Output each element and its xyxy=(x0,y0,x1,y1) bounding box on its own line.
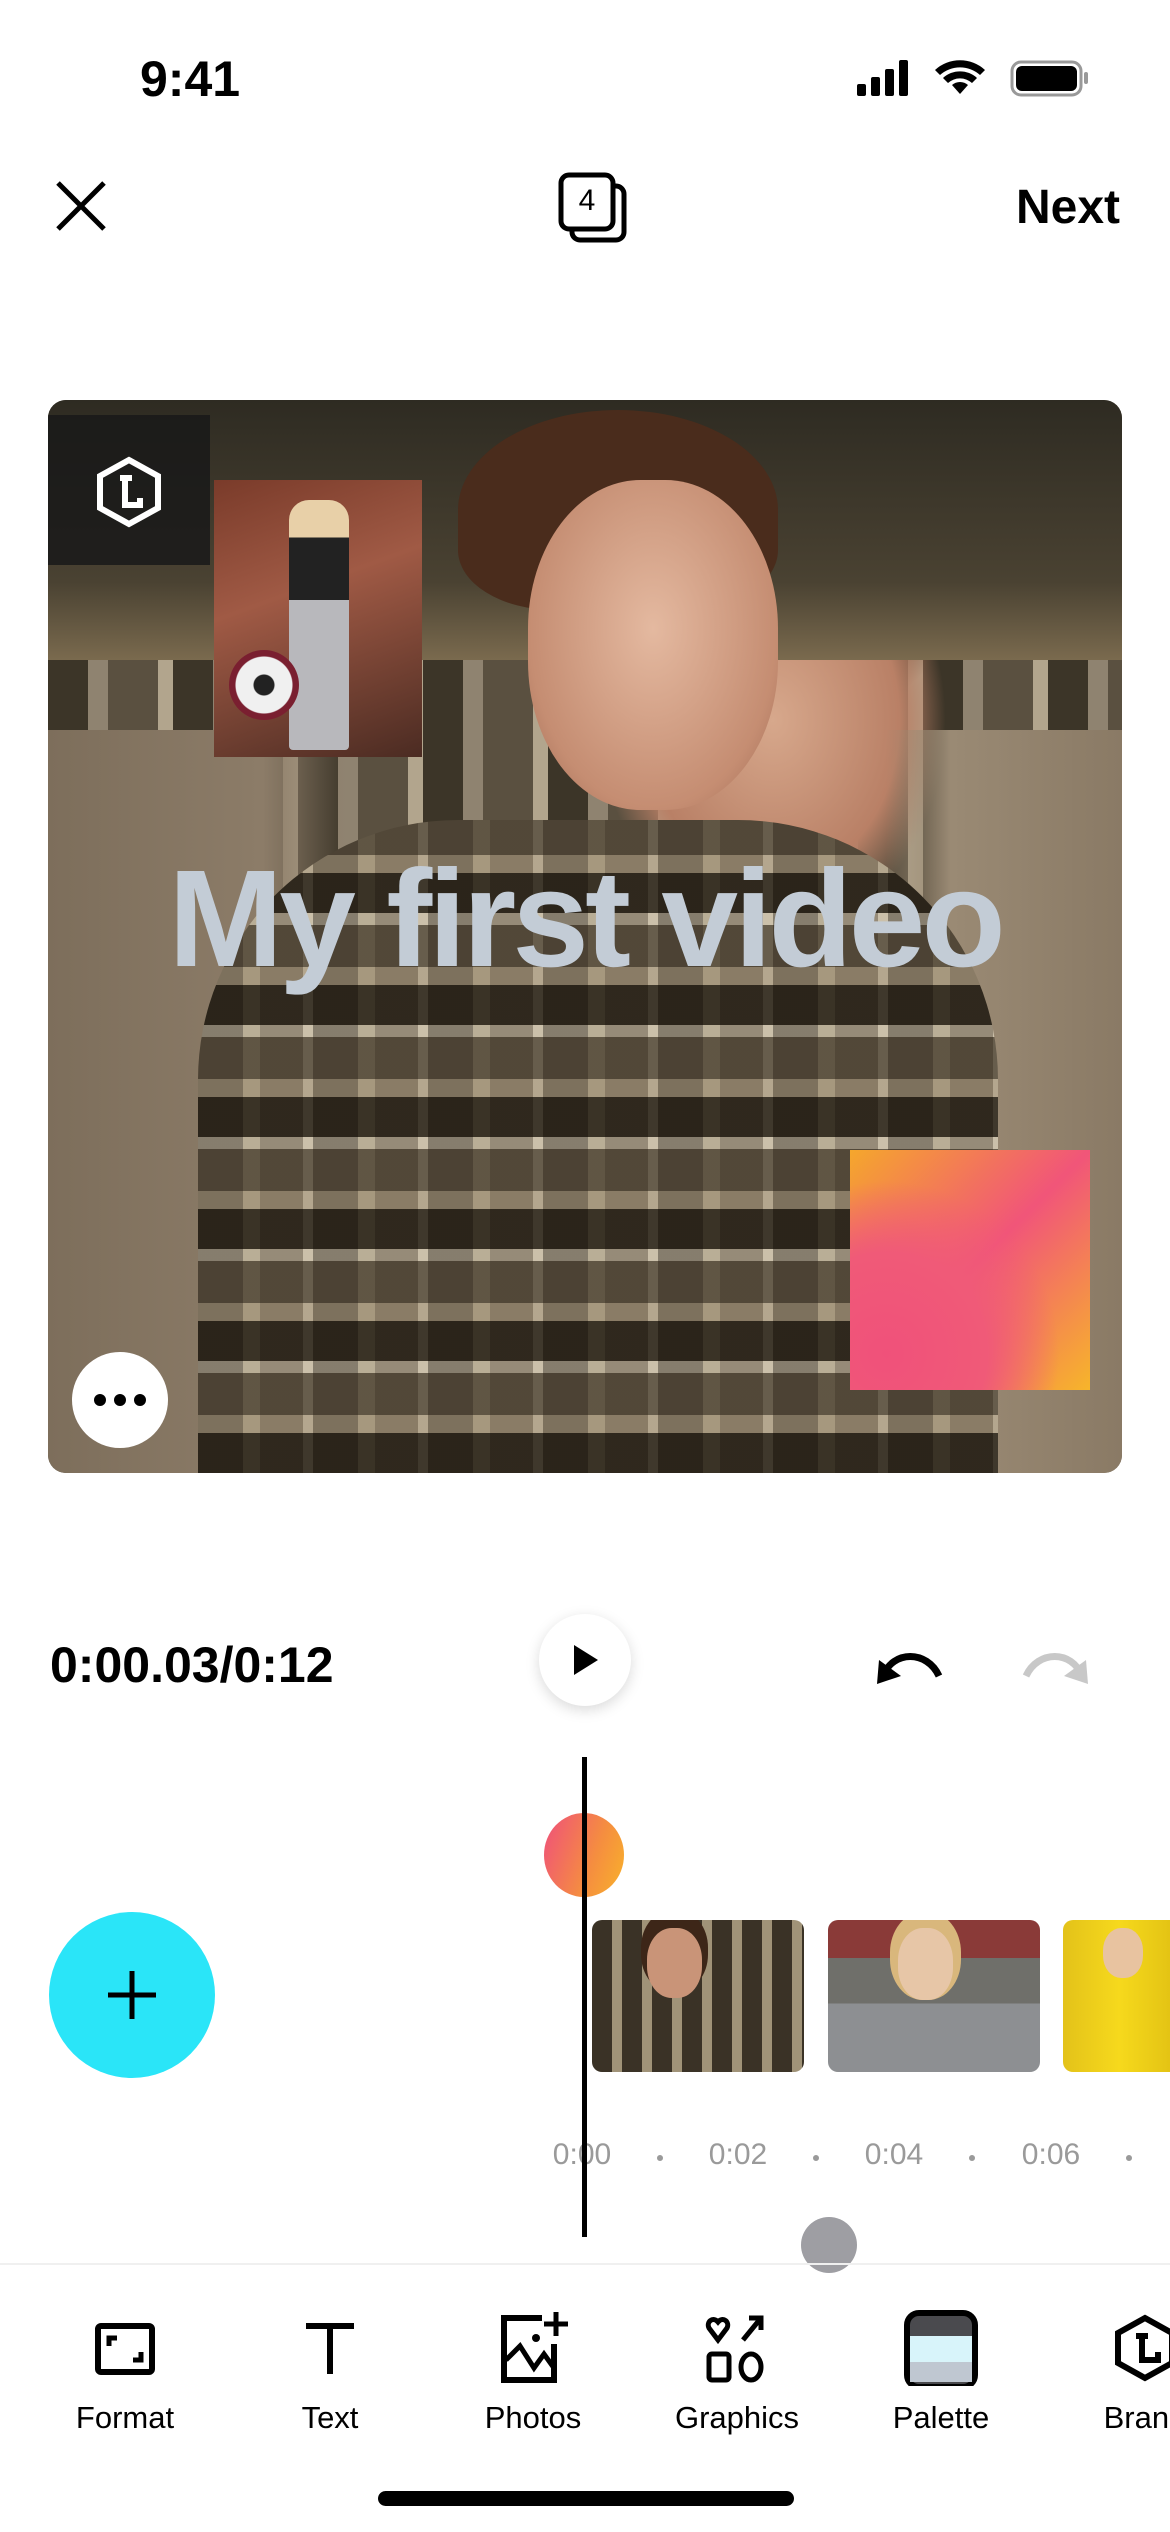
plus-icon xyxy=(108,1971,156,2019)
tool-graphics[interactable]: Graphics xyxy=(637,2310,837,2436)
design-canvas[interactable]: My first video xyxy=(48,400,1122,1473)
tool-brand[interactable]: Brand xyxy=(1045,2310,1170,2436)
gradient-shape[interactable] xyxy=(850,1150,1090,1390)
play-button[interactable] xyxy=(539,1614,631,1706)
pages-count: 4 xyxy=(578,184,596,217)
tick-dot xyxy=(969,2155,975,2161)
tool-format[interactable]: Format xyxy=(25,2310,225,2436)
canvas-title-text[interactable]: My first video xyxy=(48,840,1122,999)
playback-time: 0:00.03/0:12 xyxy=(50,1637,334,1693)
graphics-icon xyxy=(705,2315,764,2383)
photos-add-icon xyxy=(501,2312,568,2383)
inset-drum xyxy=(229,650,299,720)
tool-label: Palette xyxy=(892,2400,990,2435)
tool-label: Photos xyxy=(484,2400,582,2435)
tool-text[interactable]: Text xyxy=(230,2310,430,2436)
timeline-tick: 0:06 xyxy=(1021,2138,1081,2171)
palette-icon xyxy=(904,2310,978,2386)
tool-label: Text xyxy=(301,2400,359,2435)
brand-logo-element[interactable] xyxy=(48,415,210,565)
tool-label: Format xyxy=(75,2400,175,2435)
timeline-clip[interactable] xyxy=(828,1920,1040,2072)
tick-dot xyxy=(657,2155,663,2161)
inset-photo[interactable] xyxy=(214,480,422,757)
playhead[interactable] xyxy=(582,1757,587,2237)
pages-button[interactable]: 4 xyxy=(558,172,630,244)
undo-icon[interactable] xyxy=(875,1640,945,1690)
add-button[interactable] xyxy=(49,1912,215,2078)
photo-face xyxy=(528,480,778,810)
tool-label: Brand xyxy=(1103,2400,1170,2435)
divider xyxy=(0,2263,1170,2265)
brand-logo-icon xyxy=(97,456,161,528)
text-icon xyxy=(306,2323,354,2374)
tick-dot xyxy=(1126,2155,1132,2161)
dot xyxy=(94,1394,106,1406)
tool-label: Graphics xyxy=(674,2400,800,2435)
tool-photos[interactable]: Photos xyxy=(433,2310,633,2436)
next-button[interactable]: Next xyxy=(1016,180,1120,235)
brand-logo-icon xyxy=(1115,2314,1170,2382)
status-icons xyxy=(857,60,1088,97)
dot xyxy=(114,1394,126,1406)
status-time: 9:41 xyxy=(140,51,241,107)
inset-person xyxy=(289,500,349,750)
close-icon[interactable] xyxy=(55,180,107,232)
dot xyxy=(134,1394,146,1406)
timeline-clip[interactable] xyxy=(592,1920,804,2072)
redo-icon[interactable] xyxy=(1020,1640,1090,1690)
format-icon xyxy=(95,2323,155,2375)
play-icon xyxy=(574,1645,598,1675)
timeline-tick: 0:04 xyxy=(864,2138,924,2171)
tick-dot xyxy=(813,2155,819,2161)
more-options-button[interactable] xyxy=(72,1352,168,1448)
tool-palette[interactable]: Palette xyxy=(841,2310,1041,2436)
timeline-tick: 0:02 xyxy=(708,2138,768,2171)
timeline-clip[interactable] xyxy=(1063,1920,1170,2072)
home-indicator xyxy=(378,2491,794,2506)
